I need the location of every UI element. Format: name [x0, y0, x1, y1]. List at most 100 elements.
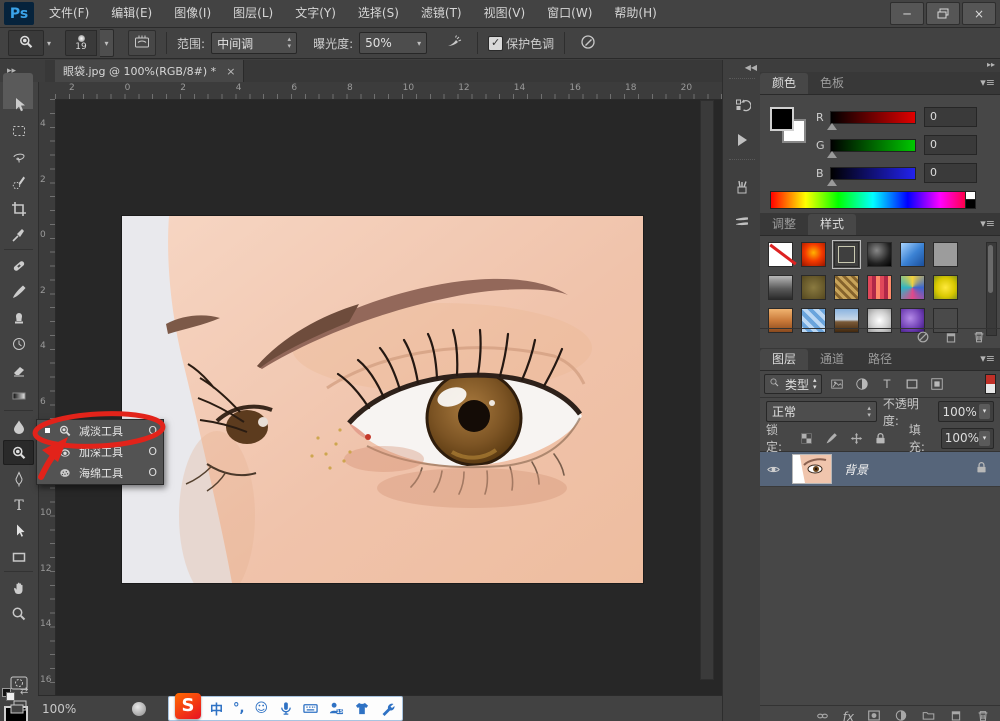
menu-item-帮助h[interactable]: 帮助(H) — [603, 0, 667, 27]
ime-account-icon[interactable]: 15 — [328, 699, 344, 719]
crop-tool[interactable] — [3, 196, 34, 221]
tool-preset-caret-icon[interactable]: ▾ — [47, 39, 51, 48]
eraser-tool[interactable] — [3, 357, 34, 382]
lock-position-icon[interactable] — [847, 429, 865, 447]
collapse-panels-icon[interactable]: ▸▸ — [760, 60, 1000, 72]
ime-chinese-mode-icon[interactable]: 中 — [210, 699, 223, 719]
styles-panel-menu-icon[interactable]: ▾≡ — [980, 217, 995, 230]
style-swatch-no-style[interactable] — [768, 242, 793, 267]
slider-thumb[interactable] — [827, 179, 837, 186]
current-tool-preset[interactable] — [8, 30, 44, 56]
blur-tool[interactable] — [3, 414, 34, 439]
dock-grip[interactable] — [729, 78, 755, 87]
channel-slider[interactable] — [830, 167, 916, 180]
menu-item-文字y[interactable]: 文字(Y) — [284, 0, 347, 27]
dodge-tool[interactable] — [3, 440, 34, 465]
link-layers-button[interactable] — [815, 710, 830, 721]
range-select[interactable]: 中间调 ▴▾ — [211, 32, 297, 54]
tab-color[interactable]: 颜色 — [760, 73, 808, 94]
eyedropper-tool[interactable] — [3, 222, 34, 247]
menu-item-视图v[interactable]: 视图(V) — [473, 0, 537, 27]
ime-skin-icon[interactable] — [354, 699, 370, 719]
sogou-logo[interactable]: S — [175, 693, 201, 719]
new-adjustment-button[interactable] — [894, 709, 908, 721]
toggle-brush-panel-button[interactable] — [128, 30, 156, 56]
quick-mask-button[interactable] — [3, 670, 34, 695]
menu-item-窗口w[interactable]: 窗口(W) — [536, 0, 603, 27]
delete-style-button[interactable] — [972, 330, 986, 347]
history-brush-tool[interactable] — [3, 331, 34, 356]
delete-layer-button[interactable] — [976, 709, 990, 721]
layer-visibility-icon[interactable] — [760, 452, 786, 486]
tab-swatches[interactable]: 色板 — [808, 73, 856, 94]
canvas-image-eye-photo[interactable] — [122, 216, 643, 583]
tab-styles[interactable]: 样式 — [808, 214, 856, 235]
type-tool[interactable]: T — [3, 492, 34, 517]
style-swatch-gold-speckle[interactable] — [801, 275, 826, 300]
pen-tool[interactable] — [3, 466, 34, 491]
blend-mode-select[interactable]: 正常 ▴▾ — [766, 401, 877, 422]
gradient-tool[interactable] — [3, 383, 34, 408]
path-selection-tool[interactable] — [3, 518, 34, 543]
brush-tool[interactable] — [3, 279, 34, 304]
lasso-tool[interactable] — [3, 144, 34, 169]
menu-item-选择s[interactable]: 选择(S) — [347, 0, 410, 27]
lock-all-icon[interactable] — [872, 429, 890, 447]
style-swatch-black-sphere[interactable] — [867, 242, 892, 267]
menu-item-文件f[interactable]: 文件(F) — [38, 0, 100, 27]
channel-value-field[interactable]: 0 — [924, 163, 977, 183]
vertical-scrollbar[interactable] — [700, 100, 714, 680]
filter-pixel-layers-icon[interactable] — [827, 375, 847, 393]
spectrum-black-swatch[interactable] — [965, 199, 976, 209]
hand-tool[interactable] — [3, 575, 34, 600]
flyout-item-dodge-tool[interactable]: 减淡工具O — [37, 420, 163, 441]
style-swatch-pink-stripes[interactable] — [867, 275, 892, 300]
lock-pixels-icon[interactable] — [823, 429, 841, 447]
tablet-pressure-button[interactable] — [575, 31, 601, 55]
tab-layers[interactable]: 图层 — [760, 349, 808, 370]
quick-selection-tool[interactable] — [3, 170, 34, 195]
ruler-corner[interactable] — [38, 82, 56, 100]
add-mask-button[interactable] — [867, 709, 881, 721]
rectangular-marquee-tool[interactable] — [3, 118, 34, 143]
rectangle-tool[interactable] — [3, 544, 34, 569]
flyout-item-sponge-tool[interactable]: 海绵工具O — [37, 462, 163, 483]
color-spectrum-ramp[interactable] — [770, 191, 976, 209]
channel-slider[interactable] — [830, 111, 916, 124]
actions-panel-icon[interactable] — [723, 123, 761, 157]
style-swatch-color-camo[interactable] — [900, 275, 925, 300]
ime-settings-icon[interactable] — [380, 699, 396, 719]
layer-row-background[interactable]: 背景 — [760, 452, 1000, 487]
panel-foreground-swatch[interactable] — [770, 107, 794, 131]
tab-channels[interactable]: 通道 — [808, 349, 856, 370]
filter-adjustment-layers-icon[interactable] — [852, 375, 872, 393]
menu-item-编辑e[interactable]: 编辑(E) — [100, 0, 163, 27]
filter-type-layers-icon[interactable]: T — [877, 375, 897, 393]
minimize-button[interactable]: ─ — [890, 2, 924, 25]
exposure-select[interactable]: 50% ▾ — [359, 32, 427, 54]
filter-type-select[interactable]: 类型 ▴▾ — [764, 374, 822, 394]
slider-thumb[interactable] — [827, 123, 837, 130]
ime-soft-keyboard-icon[interactable] — [303, 699, 318, 719]
color-panel-menu-icon[interactable]: ▾≡ — [980, 76, 995, 89]
style-swatch-gray-gradient[interactable] — [768, 275, 793, 300]
history-panel-icon[interactable] — [723, 89, 761, 123]
clone-stamp-tool[interactable] — [3, 305, 34, 330]
new-group-button[interactable] — [921, 709, 936, 721]
styles-scrollbar[interactable] — [986, 242, 997, 336]
new-layer-button[interactable] — [949, 709, 963, 721]
brush-panel-icon[interactable] — [723, 170, 761, 204]
document-tab[interactable]: 眼袋.jpg @ 100%(RGB/8#) * × — [55, 60, 244, 82]
screen-mode-button[interactable] — [3, 694, 34, 719]
tab-paths[interactable]: 路径 — [856, 349, 904, 370]
protect-tones-checkbox[interactable]: ✓ — [488, 36, 503, 51]
zoom-level-field[interactable]: 100% — [42, 702, 94, 716]
opacity-select[interactable]: 100%▾ — [938, 401, 994, 422]
zoom-tool[interactable] — [3, 601, 34, 626]
lock-transparency-icon[interactable] — [798, 429, 816, 447]
style-swatch-outline-style[interactable] — [834, 242, 859, 267]
channel-slider[interactable] — [830, 139, 916, 152]
menu-item-图层l[interactable]: 图层(L) — [222, 0, 284, 27]
style-swatch-blue-glass[interactable] — [900, 242, 925, 267]
menu-item-滤镜t[interactable]: 滤镜(T) — [410, 0, 473, 27]
